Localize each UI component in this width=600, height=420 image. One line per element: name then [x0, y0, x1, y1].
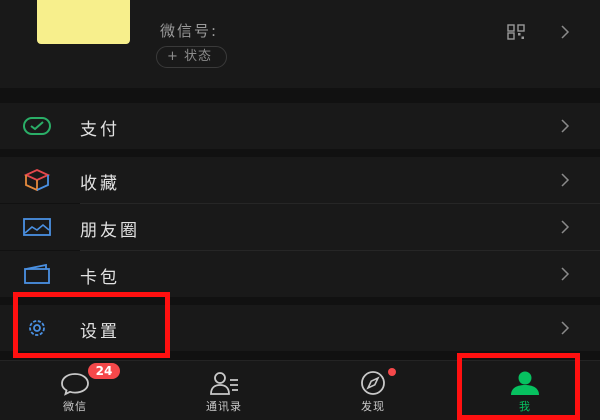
chevron-right-icon [561, 25, 570, 39]
highlight-settings-box [13, 292, 170, 358]
menu-item-moments[interactable]: 朋友圈 [0, 204, 600, 250]
compass-icon [361, 371, 385, 395]
tab-discover[interactable]: 发现 [313, 361, 433, 420]
contacts-icon [210, 372, 238, 395]
tab-label: 发现 [361, 400, 385, 413]
menu-item-cards[interactable]: 卡包 [0, 251, 600, 297]
menu-item-label: 卡包 [80, 268, 120, 288]
card-wallet-icon [24, 263, 50, 284]
pay-check-icon [23, 117, 51, 135]
avatar[interactable] [37, 0, 130, 44]
chevron-right-icon [561, 173, 570, 187]
qr-code-icon[interactable] [507, 24, 525, 40]
chevron-right-icon [561, 220, 570, 234]
wechat-id-label: 微信号: [160, 22, 219, 40]
chat-bubble-icon [61, 373, 89, 396]
status-button[interactable]: + 状态 [156, 46, 228, 68]
tab-contacts[interactable]: 通讯录 [164, 361, 284, 420]
tab-label: 通讯录 [206, 400, 242, 413]
menu-item-pay[interactable]: 支付 [0, 103, 600, 149]
menu-item-label: 收藏 [80, 174, 120, 194]
menu-item-favorites[interactable]: 收藏 [0, 157, 600, 203]
tab-label: 微信 [63, 400, 87, 413]
menu-item-label: 朋友圈 [80, 221, 140, 241]
chevron-right-icon [561, 119, 570, 133]
profile-header[interactable]: 微信号: + 状态 [0, 0, 600, 88]
tab-chats[interactable]: 24 微信 [15, 361, 135, 420]
new-dot [388, 368, 396, 376]
chevron-right-icon [561, 267, 570, 281]
unread-badge: 24 [88, 363, 120, 379]
chevron-right-icon [561, 321, 570, 335]
favorites-cube-icon [23, 169, 51, 191]
menu-item-label: 支付 [80, 120, 120, 140]
moments-image-icon [23, 218, 51, 236]
highlight-me-tab-box [457, 353, 580, 420]
